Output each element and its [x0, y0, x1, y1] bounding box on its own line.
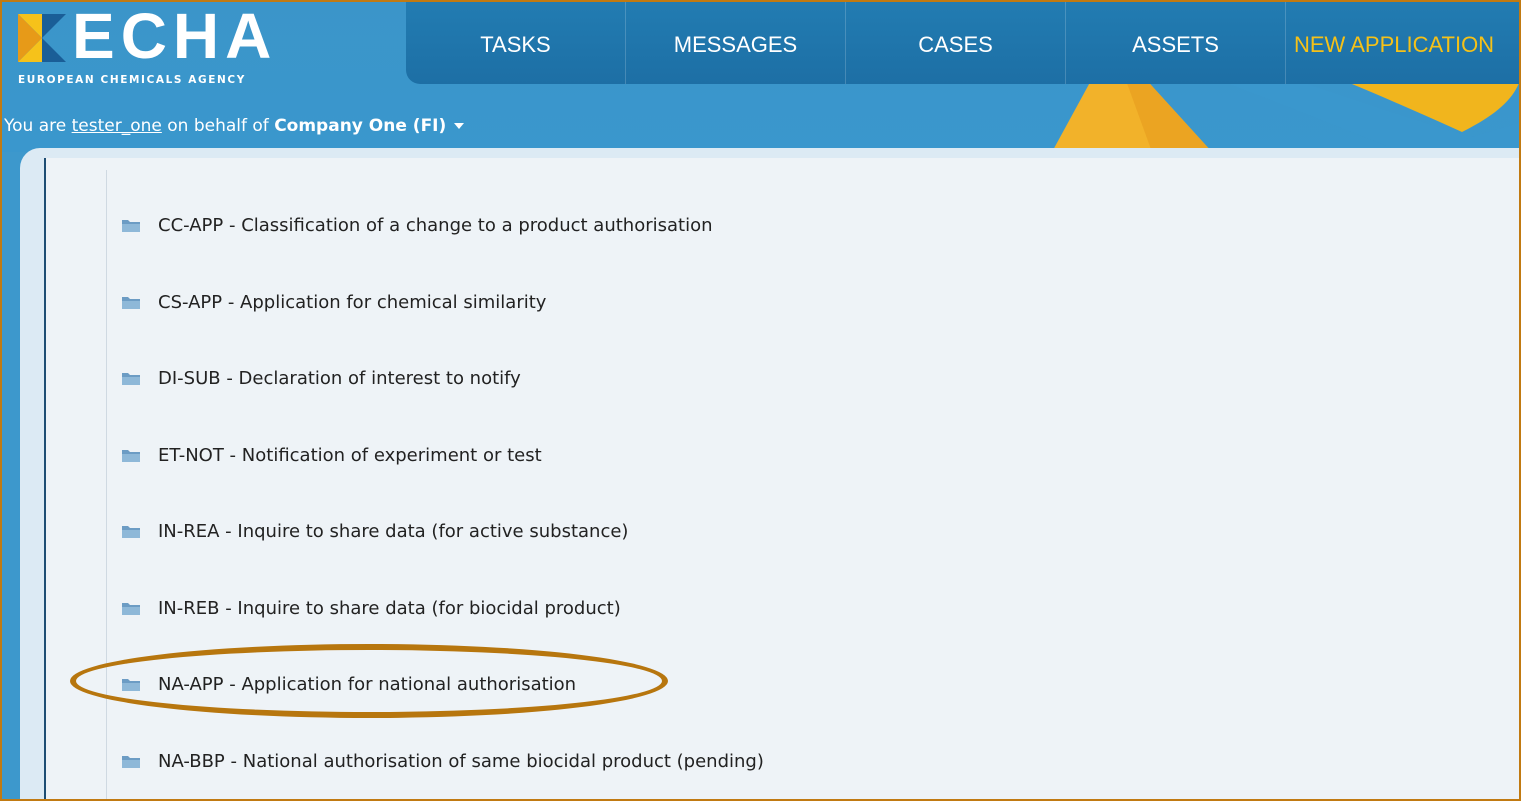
- list-item[interactable]: NA-BBP - National authorisation of same …: [122, 746, 764, 776]
- folder-icon: [122, 526, 140, 538]
- user-middle: on behalf of: [167, 116, 269, 136]
- echa-logo-icon: [18, 14, 66, 62]
- logo-text: ECHA: [72, 2, 278, 72]
- list-item-label: CC-APP - Classification of a change to a…: [158, 214, 713, 236]
- user-link[interactable]: tester_one: [72, 116, 162, 136]
- list-item-label: NA-APP - Application for national author…: [158, 673, 577, 695]
- nav-cases[interactable]: CASES: [846, 2, 1066, 84]
- list-item[interactable]: CC-APP - Classification of a change to a…: [122, 210, 713, 240]
- folder-icon: [122, 450, 140, 462]
- folder-icon: [122, 603, 140, 615]
- list-item[interactable]: ET-NOT - Notification of experiment or t…: [122, 440, 542, 470]
- content-panel: CC-APP - Classification of a change to a…: [44, 158, 1519, 799]
- folder-icon: [122, 373, 140, 385]
- list-item[interactable]: IN-REB - Inquire to share data (for bioc…: [122, 593, 621, 623]
- nav-new-application[interactable]: NEW APPLICATION: [1286, 2, 1506, 84]
- list-item-label: NA-BBP - National authorisation of same …: [158, 750, 764, 772]
- nav-assets[interactable]: ASSETS: [1066, 2, 1286, 84]
- folder-icon: [122, 679, 140, 691]
- list-item[interactable]: IN-REA - Inquire to share data (for acti…: [122, 516, 628, 546]
- folder-icon: [122, 756, 140, 768]
- nav-tasks[interactable]: TASKS: [406, 2, 626, 84]
- app-window: ECHA EUROPEAN CHEMICALS AGENCY TASKS MES…: [0, 0, 1521, 801]
- list-item[interactable]: CS-APP - Application for chemical simila…: [122, 287, 546, 317]
- list-item-label: IN-REB - Inquire to share data (for bioc…: [158, 597, 621, 619]
- list-item[interactable]: NA-APP - Application for national author…: [122, 669, 576, 699]
- content-area: CC-APP - Classification of a change to a…: [20, 148, 1519, 799]
- tree-line: [106, 170, 107, 799]
- user-prefix: You are: [4, 116, 67, 136]
- company-selector[interactable]: Company One (FI): [274, 116, 446, 136]
- list-item-label: CS-APP - Application for chemical simila…: [158, 291, 547, 313]
- folder-icon: [122, 220, 140, 232]
- list-item-label: IN-REA - Inquire to share data (for acti…: [158, 520, 629, 542]
- nav-messages[interactable]: MESSAGES: [626, 2, 846, 84]
- echa-logo[interactable]: ECHA EUROPEAN CHEMICALS AGENCY: [18, 4, 318, 92]
- folder-icon: [122, 297, 140, 309]
- list-item-label: ET-NOT - Notification of experiment or t…: [158, 444, 542, 466]
- list-item[interactable]: DI-SUB - Declaration of interest to noti…: [122, 363, 521, 393]
- logo-subtitle: EUROPEAN CHEMICALS AGENCY: [18, 74, 246, 86]
- user-bar: You are tester_one on behalf of Company …: [2, 116, 465, 142]
- main-navigation: TASKS MESSAGES CASES ASSETS NEW APPLICAT…: [406, 2, 1519, 84]
- header: ECHA EUROPEAN CHEMICALS AGENCY TASKS MES…: [2, 2, 1519, 152]
- list-item-label: DI-SUB - Declaration of interest to noti…: [158, 367, 521, 389]
- chevron-down-icon[interactable]: [454, 123, 465, 129]
